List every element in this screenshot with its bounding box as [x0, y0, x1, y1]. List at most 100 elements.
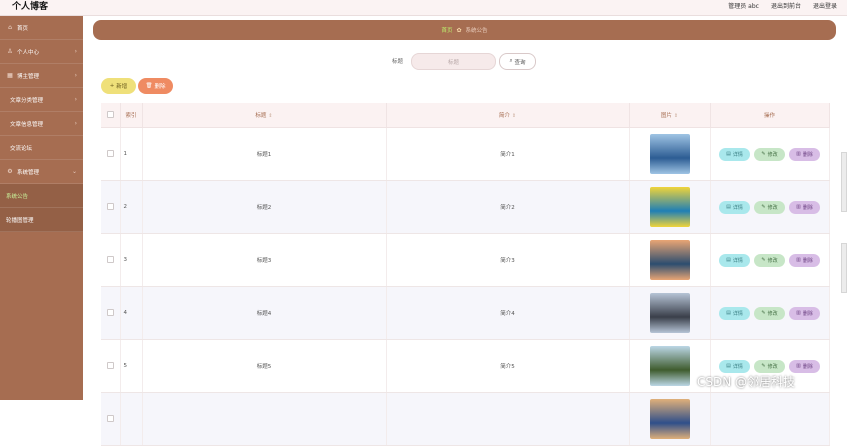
row-thumbnail [649, 240, 690, 280]
breadcrumb: 首页 ✿ 系统公告 [93, 20, 836, 40]
sidebar-item-label: 博主管理 [17, 73, 40, 80]
table-row: 4 标题4 简介4 ▤ 详情 ✎ 修改 ▥ 删除 [101, 286, 830, 340]
row-index [120, 392, 143, 446]
row-summary: 简介2 [386, 180, 630, 234]
column-summary[interactable]: 简介 ⇕ [386, 103, 630, 128]
row-title: 标题3 [142, 233, 387, 287]
watermark: CSDN @邻居科技 [697, 375, 796, 389]
pencil-icon: ✎ [761, 204, 766, 210]
document-icon: ▤ [726, 204, 731, 210]
row-thumbnail [649, 293, 690, 333]
gear-icon: ⚙ [7, 168, 13, 175]
select-all-checkbox[interactable] [106, 110, 114, 118]
row-image-cell [629, 127, 711, 181]
search-label: 标题 [392, 59, 404, 65]
row-title: 标题1 [142, 127, 387, 181]
sidebar-item-forum[interactable]: 交流论坛 [0, 136, 83, 160]
detail-button[interactable]: ▤ 详情 [719, 306, 750, 320]
detail-button[interactable]: ▤ 详情 [719, 147, 750, 161]
row-operations: ▤ 详情 ✎ 修改 ▥ 删除 [710, 233, 830, 287]
batch-delete-button[interactable]: 🗑 删除 [138, 78, 173, 94]
flower-separator-icon: ✿ [456, 26, 462, 34]
edit-button[interactable]: ✎ 修改 [754, 359, 785, 373]
delete-button-label: 删除 [154, 84, 166, 90]
exit-to-frontend-link[interactable]: 退出到前台 [771, 0, 801, 15]
pencil-icon: ✎ [761, 310, 766, 316]
logout-link[interactable]: 退出登录 [813, 0, 837, 15]
row-select-cell[interactable] [101, 339, 121, 393]
scroll-handle[interactable] [841, 243, 847, 293]
detail-button[interactable]: ▤ 详情 [719, 200, 750, 214]
row-index: 5 [120, 339, 143, 393]
row-operations [710, 392, 830, 446]
sidebar-item-home[interactable]: ⌂ 首页 [0, 16, 83, 40]
admin-user-label: 管理员 abc [728, 3, 759, 10]
trash-icon: ▥ [796, 363, 801, 369]
trash-icon: ▥ [796, 310, 801, 316]
row-select-cell[interactable] [101, 180, 121, 234]
sort-icon[interactable]: ⇕ [268, 113, 272, 119]
row-checkbox[interactable] [106, 308, 114, 316]
delete-button[interactable]: ▥ 删除 [789, 359, 820, 373]
sort-icon[interactable]: ⇕ [674, 113, 678, 119]
sidebar-item-carousel[interactable]: 轮播图管理 [0, 208, 83, 232]
delete-button[interactable]: ▥ 删除 [789, 253, 820, 267]
select-all-cell[interactable] [101, 103, 121, 128]
pencil-icon: ✎ [761, 363, 766, 369]
row-checkbox[interactable] [106, 202, 114, 210]
row-summary: 简介4 [386, 286, 630, 340]
sidebar-item-announcements[interactable]: 系统公告 [0, 184, 83, 208]
row-index: 1 [120, 127, 143, 181]
document-icon: ▤ [726, 310, 731, 316]
trash-icon: ▥ [796, 204, 801, 210]
table-row: 2 标题2 简介2 ▤ 详情 ✎ 修改 ▥ 删除 [101, 180, 830, 234]
search-button[interactable]: ⌕ 查询 [499, 53, 536, 70]
sidebar: ⌂ 首页 ♙ 个人中心 › ▦ 博主管理 › 文章分类管理 › 文章信息管理 ›… [0, 16, 83, 400]
sidebar-item-label: 系统管理 [17, 169, 40, 176]
row-select-cell[interactable] [101, 392, 121, 446]
sidebar-item-label: 首页 [17, 25, 29, 32]
sidebar-item-label: 轮播图管理 [6, 217, 34, 224]
sidebar-item-article-info[interactable]: 文章信息管理 › [0, 112, 83, 136]
breadcrumb-home[interactable]: 首页 [441, 26, 452, 34]
row-checkbox[interactable] [106, 414, 114, 422]
edit-button[interactable]: ✎ 修改 [754, 253, 785, 267]
grid-icon: ▦ [7, 72, 13, 79]
delete-button[interactable]: ▥ 删除 [789, 147, 820, 161]
row-checkbox[interactable] [106, 149, 114, 157]
edit-button[interactable]: ✎ 修改 [754, 147, 785, 161]
row-operations: ▤ 详情 ✎ 修改 ▥ 删除 [710, 180, 830, 234]
row-thumbnail [649, 346, 690, 386]
edit-button[interactable]: ✎ 修改 [754, 200, 785, 214]
edit-button[interactable]: ✎ 修改 [754, 306, 785, 320]
row-select-cell[interactable] [101, 286, 121, 340]
table-header-row: 索引 标题 ⇕ 简介 ⇕ 图片 ⇕ 操作 [101, 103, 830, 128]
row-select-cell[interactable] [101, 127, 121, 181]
trash-icon: ▥ [796, 257, 801, 263]
row-checkbox[interactable] [106, 255, 114, 263]
delete-button[interactable]: ▥ 删除 [789, 200, 820, 214]
row-select-cell[interactable] [101, 233, 121, 287]
column-title[interactable]: 标题 ⇕ [142, 103, 387, 128]
column-operation: 操作 [710, 103, 830, 128]
search-icon: ⌕ [509, 58, 513, 64]
chevron-right-icon: › [74, 72, 77, 79]
column-image[interactable]: 图片 ⇕ [629, 103, 711, 128]
detail-button[interactable]: ▤ 详情 [719, 253, 750, 267]
row-index: 2 [120, 180, 143, 234]
sort-icon[interactable]: ⇕ [512, 113, 516, 119]
plus-icon: + [109, 83, 115, 89]
row-operations: ▤ 详情 ✎ 修改 ▥ 删除 [710, 286, 830, 340]
announcement-table: 索引 标题 ⇕ 简介 ⇕ 图片 ⇕ 操作 1 标题1 简介1 ▤ 详情 ✎ 修改 ▥ 删除 2 标题2 简介… [101, 103, 830, 446]
search-input[interactable]: 标题 [411, 53, 496, 70]
delete-button[interactable]: ▥ 删除 [789, 306, 820, 320]
add-button[interactable]: + 新增 [101, 78, 136, 94]
scroll-handle[interactable] [841, 152, 847, 212]
sidebar-item-label: 文章分类管理 [10, 97, 44, 104]
sidebar-item-article-category[interactable]: 文章分类管理 › [0, 88, 83, 112]
detail-button[interactable]: ▤ 详情 [719, 359, 750, 373]
row-summary: 简介1 [386, 127, 630, 181]
sidebar-item-system-management[interactable]: ⚙ 系统管理 ⌄ [0, 160, 83, 184]
row-checkbox[interactable] [106, 361, 114, 369]
search-button-label: 查询 [514, 59, 526, 66]
